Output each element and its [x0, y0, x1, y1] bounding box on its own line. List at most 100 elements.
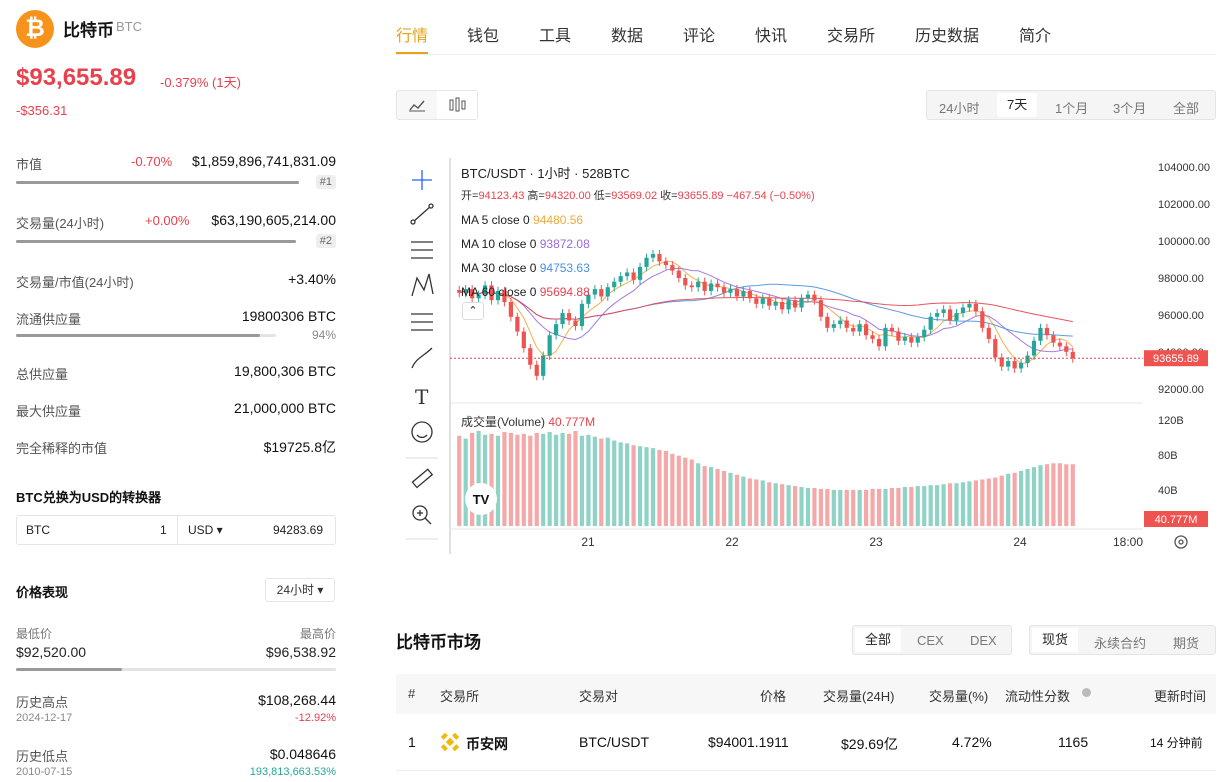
x-tick-label: 21 — [581, 535, 595, 549]
total-supply-value: 19,800,306 BTC — [234, 363, 336, 379]
candle — [650, 254, 656, 258]
volume-bar — [1012, 472, 1017, 526]
volume-bar — [612, 440, 617, 526]
tab-history[interactable]: 历史数据 — [915, 22, 979, 46]
x-tick-label: 24 — [1013, 535, 1027, 549]
tab-news[interactable]: 快讯 — [755, 22, 787, 46]
candle — [967, 303, 972, 308]
range-24h[interactable]: 24小时 — [939, 98, 979, 117]
filter-spot[interactable]: 现货 — [1032, 628, 1079, 652]
candle — [631, 272, 636, 280]
volume-bar — [902, 487, 907, 526]
filter-perpetual[interactable]: 永续合约 — [1094, 633, 1146, 652]
candle — [786, 300, 791, 310]
market-cap-rank: #1 — [315, 175, 336, 189]
tab-comments[interactable]: 评论 — [683, 22, 715, 46]
converter-amount-input[interactable]: 1 — [160, 523, 167, 537]
volume-bar — [715, 469, 720, 526]
performance-period-select[interactable]: 24小时 ▾ — [265, 578, 335, 602]
candle — [566, 313, 572, 321]
filter-all[interactable]: 全部 — [855, 628, 902, 652]
volume-bar — [947, 483, 953, 526]
volume-bar — [1025, 469, 1030, 526]
atl-change: 193,813,663.53% — [249, 766, 336, 778]
candle — [947, 309, 953, 321]
candlestick-chart-icon[interactable] — [437, 91, 477, 119]
collapse-legend-button[interactable]: ⌃ — [462, 302, 484, 320]
volume-bar — [780, 484, 785, 526]
low-label: 最低价 — [16, 627, 53, 641]
volume-tick-label: 80B — [1158, 450, 1178, 462]
row-updated: 14 分钟前 — [1150, 736, 1203, 750]
volume-bar — [915, 486, 920, 526]
volume-bar — [696, 463, 701, 526]
ruler-icon — [411, 468, 434, 489]
volume-bar — [812, 488, 817, 526]
volume-bar — [709, 467, 714, 526]
volume-bar — [579, 435, 585, 526]
svg-text:TV: TV — [473, 492, 490, 507]
volume-bar — [747, 478, 752, 526]
candle — [993, 338, 998, 358]
emoji-icon — [411, 421, 433, 443]
volume-bar — [463, 438, 468, 526]
volume-bar — [883, 488, 888, 526]
volume-bar — [521, 433, 526, 526]
filter-dex[interactable]: DEX — [970, 633, 997, 648]
candle — [547, 335, 552, 356]
volume-bar — [554, 434, 559, 526]
candle — [683, 278, 688, 286]
tab-wallet[interactable]: 钱包 — [467, 22, 499, 46]
horizontal-lines-icon — [411, 241, 433, 259]
volume-bar — [560, 432, 565, 526]
volume-bar — [586, 434, 591, 526]
volume-bar — [851, 489, 856, 526]
line-chart-icon[interactable] — [397, 91, 437, 119]
atl-label: 历史低点 — [16, 749, 69, 764]
tradingview-logo-icon: TV — [465, 483, 497, 515]
filter-cex[interactable]: CEX — [917, 633, 944, 648]
volume-bar — [689, 459, 694, 526]
tab-data[interactable]: 数据 — [611, 22, 643, 46]
ma-legend: MA 5 close 0 94480.56 MA 10 close 0 9387… — [461, 213, 590, 299]
range-1m[interactable]: 1个月 — [1055, 98, 1088, 117]
market-cap-bar — [16, 181, 299, 184]
volume-bar — [1051, 463, 1056, 526]
volume-bar — [650, 448, 656, 526]
candle — [702, 281, 707, 291]
time-range-selector: 24小时 7天 1个月 3个月 全部 — [926, 90, 1216, 120]
volume-bar — [1038, 465, 1043, 526]
candle — [922, 329, 927, 338]
converter-to-currency-select[interactable]: USD ▾ — [188, 523, 223, 537]
chart-title: BTC/USDT · 1小时 · 528BTC — [461, 166, 630, 181]
circulating-label: 流通供应量 — [16, 312, 82, 327]
candle — [928, 316, 933, 330]
range-3m[interactable]: 3个月 — [1113, 98, 1146, 117]
volume-bar — [838, 489, 843, 526]
tab-intro[interactable]: 简介 — [1019, 22, 1051, 46]
volume-bar — [1031, 467, 1037, 526]
market-table-header: # 交易所 交易对 价格 交易量(24H) 交易量(%) 流动性分数 更新时间 — [396, 674, 1216, 714]
row-rank: 1 — [408, 734, 416, 750]
row-price: $94001.1911 — [708, 734, 789, 750]
max-supply-value: 21,000,000 BTC — [234, 400, 336, 416]
volume-legend: 成交量(Volume) 40.777M — [461, 415, 596, 429]
tab-market[interactable]: 行情 — [396, 22, 428, 46]
volume-bar — [980, 479, 985, 526]
range-7d[interactable]: 7天 — [997, 93, 1038, 117]
candle — [1006, 361, 1011, 367]
col-pair: 交易对 — [579, 689, 619, 704]
atl-value: $0.048646 — [269, 746, 336, 762]
filter-futures[interactable]: 期货 — [1173, 633, 1199, 652]
volume-bar — [805, 488, 811, 526]
volume-bar — [676, 455, 681, 526]
candle — [592, 289, 597, 295]
tab-exchanges[interactable]: 交易所 — [827, 22, 875, 46]
tab-tools[interactable]: 工具 — [539, 22, 571, 46]
range-all[interactable]: 全部 — [1173, 98, 1199, 117]
candle — [1031, 340, 1037, 356]
exchange-type-filter: 全部 CEX DEX — [852, 625, 1012, 655]
candle — [1038, 327, 1043, 341]
volume-bar — [16, 240, 296, 243]
volume-bar — [508, 432, 513, 526]
